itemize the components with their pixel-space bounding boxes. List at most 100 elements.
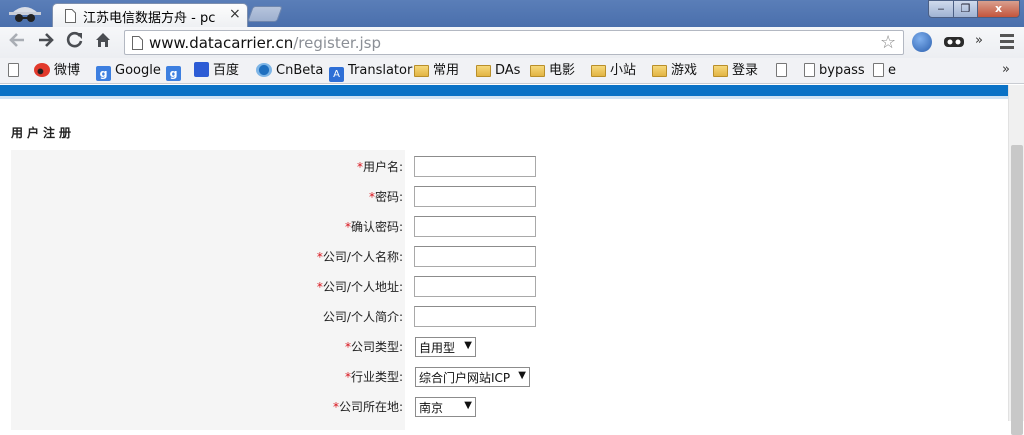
minimize-button[interactable]: ‒ (928, 0, 954, 18)
bookmark-folder-dianying[interactable]: 电影 (530, 62, 575, 80)
form-row-username: *用户名: (11, 150, 1004, 180)
tab-active[interactable]: 江苏电信数据方舟 - pc × (52, 3, 248, 27)
bookmark-label: DAs (495, 63, 521, 78)
bookmark-folder-youxi[interactable]: 游戏 (652, 62, 697, 80)
bookmark-weibo[interactable]: 微博 (34, 62, 80, 80)
bookmark-translator[interactable]: A Translator (329, 62, 413, 82)
globe-extension-icon[interactable] (912, 32, 932, 52)
section-title: 用户注册 (11, 126, 76, 140)
company-intro-input[interactable] (414, 306, 536, 327)
page-icon (132, 36, 143, 53)
bookmarks-overflow-button[interactable]: » (1002, 62, 1010, 77)
bookmark-cnbeta[interactable]: CnBeta (256, 62, 323, 80)
home-icon (96, 33, 110, 47)
form-row-company-intro: 公司/个人简介: (11, 300, 1004, 330)
form-row-company-type: *公司类型: 自用型 ▼ (11, 330, 1004, 360)
confirm-password-input[interactable] (414, 216, 536, 237)
bookmark-label: 常用 (433, 63, 460, 78)
tab-title: 江苏电信数据方舟 - pc (83, 11, 216, 26)
url-host: www.datacarrier.cn (149, 34, 294, 52)
maximize-button[interactable]: ❐ (953, 0, 978, 18)
folder-icon (476, 65, 491, 77)
folder-icon (652, 65, 667, 77)
baidu-icon (194, 62, 209, 77)
browser-toolbar: www.datacarrier.cn/register.jsp ☆ » (0, 27, 1024, 58)
field-label: *公司所在地: (332, 400, 403, 414)
dropdown-arrow-icon: ▼ (464, 400, 472, 411)
close-window-button[interactable]: x (977, 0, 1020, 18)
menu-icon[interactable] (1000, 34, 1014, 52)
page-icon (873, 63, 884, 77)
field-label: *公司/个人地址: (316, 280, 403, 294)
bookmark-page[interactable] (8, 62, 23, 80)
bookmark-label: 百度 (213, 63, 240, 78)
url-path: /register.jsp (293, 34, 381, 52)
industry-type-select[interactable]: 综合门户网站ICP ▼ (415, 367, 530, 387)
bookmark-star-icon[interactable]: ☆ (880, 32, 896, 53)
bookmark-google-2[interactable]: g (166, 62, 185, 81)
extensions-overflow-button[interactable]: » (975, 33, 983, 48)
page-content: 用户注册 *用户名: *密码: *确认密码: *公司/个人名称: *公司/个人地… (0, 85, 1024, 435)
folder-icon (591, 65, 606, 77)
company-type-select[interactable]: 自用型 ▼ (415, 337, 476, 357)
bookmark-label: e (888, 63, 896, 78)
bookmark-google[interactable]: g Google (96, 62, 161, 81)
field-label: *行业类型: (344, 370, 403, 384)
forward-button[interactable] (34, 31, 58, 55)
location-select[interactable]: 南京 ▼ (415, 397, 476, 417)
bookmark-label: 小站 (610, 63, 637, 78)
arrow-right-icon (39, 33, 54, 47)
weibo-icon (34, 63, 50, 77)
username-input[interactable] (414, 156, 536, 177)
header-band-shadow (0, 96, 1008, 99)
select-value: 综合门户网站ICP (419, 371, 511, 385)
folder-icon (414, 65, 429, 77)
bookmark-folder-xiaozhan[interactable]: 小站 (591, 62, 636, 80)
page-icon (804, 63, 815, 77)
bookmark-label: 游戏 (671, 63, 698, 78)
form-row-company-address: *公司/个人地址: (11, 270, 1004, 300)
back-button[interactable] (5, 31, 29, 55)
header-band (0, 85, 1008, 96)
google-icon: g (166, 66, 181, 81)
password-input[interactable] (414, 186, 536, 207)
bookmark-bypass[interactable]: bypass (804, 62, 865, 80)
field-label: *公司类型: (344, 340, 403, 354)
bookmark-baidu[interactable]: 百度 (194, 62, 239, 80)
tab-close-button[interactable]: × (229, 6, 241, 22)
address-bar[interactable]: www.datacarrier.cn/register.jsp ☆ (124, 30, 904, 55)
bookmark-folder-changyong[interactable]: 常用 (414, 62, 459, 80)
bookmark-label: Google (115, 63, 161, 78)
bookmark-folder-das[interactable]: DAs (476, 62, 520, 80)
bookmark-e[interactable]: e (873, 62, 896, 80)
reload-icon (66, 31, 83, 48)
form-row-industry-type: *行业类型: 综合门户网站ICP ▼ (11, 360, 1004, 390)
form-row-confirm-password: *确认密码: (11, 210, 1004, 240)
field-label: 公司/个人简介: (322, 310, 403, 324)
vertical-scrollbar[interactable] (1008, 85, 1024, 435)
page-icon (776, 63, 787, 77)
translator-icon: A (329, 67, 344, 82)
window-titlebar: 江苏电信数据方舟 - pc × ‒ ❐ x (0, 0, 1024, 27)
field-label: *密码: (368, 190, 403, 204)
home-button[interactable] (91, 31, 115, 55)
form-row-location: *公司所在地: 南京 ▼ (11, 390, 1004, 420)
reload-button[interactable] (63, 31, 87, 55)
url-text[interactable]: www.datacarrier.cn/register.jsp (149, 34, 381, 52)
bookmark-page-blank[interactable] (776, 62, 791, 80)
scrollbar-thumb[interactable] (1011, 145, 1023, 435)
company-name-input[interactable] (414, 246, 536, 267)
bookmark-label: 登录 (732, 63, 759, 78)
page-icon (65, 9, 76, 26)
registration-form: *用户名: *密码: *确认密码: *公司/个人名称: *公司/个人地址: 公司… (11, 150, 1004, 430)
new-tab-button[interactable] (247, 6, 283, 22)
bookmark-folder-denglu[interactable]: 登录 (713, 62, 758, 80)
bookmark-label: CnBeta (276, 63, 324, 78)
field-label: *用户名: (356, 160, 403, 174)
arrow-left-icon (9, 33, 24, 47)
company-address-input[interactable] (414, 276, 536, 297)
bookmark-label: Translator (348, 63, 413, 78)
mask-extension-icon[interactable] (943, 35, 965, 49)
bookmarks-bar: 微博 g Google g 百度 CnBeta A Translator 常用 DA… (0, 58, 1024, 84)
select-value: 自用型 (419, 341, 456, 355)
